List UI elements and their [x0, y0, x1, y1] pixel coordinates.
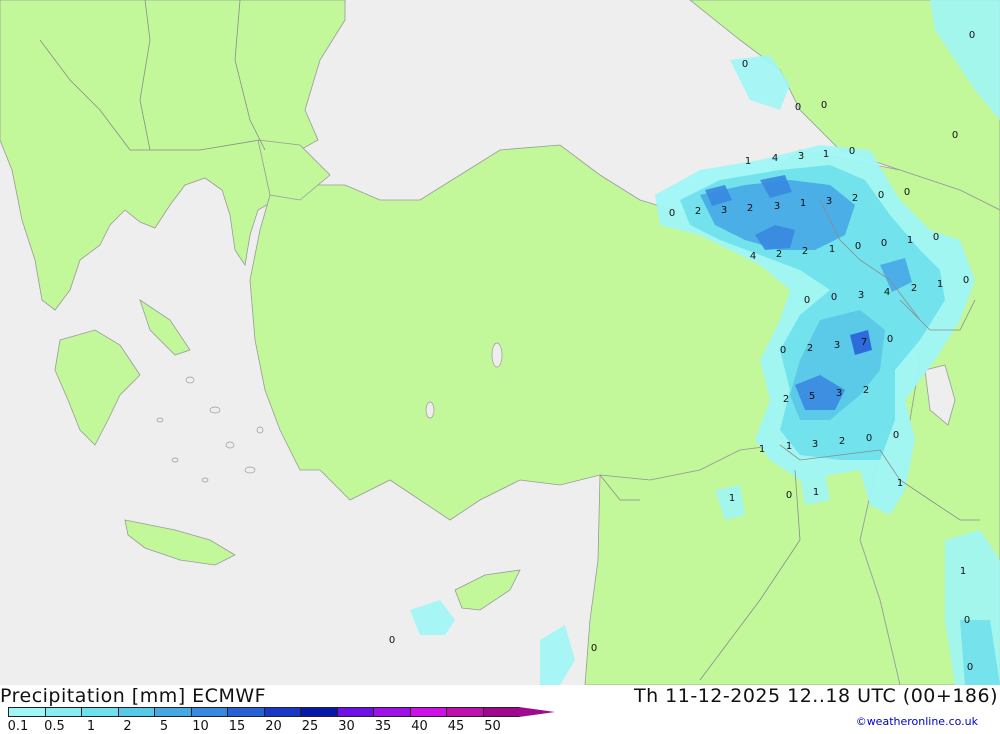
station-value: 0 — [964, 615, 970, 626]
station-value: 1 — [800, 198, 806, 209]
station-value: 2 — [863, 385, 869, 396]
station-value: 0 — [887, 334, 893, 345]
station-value: 0 — [804, 295, 810, 306]
legend-label: 25 — [301, 719, 319, 734]
valid-time: Th 11-12-2025 12..18 UTC (00+186) — [633, 685, 998, 707]
legend-label: 45 — [447, 719, 465, 734]
station-value: 3 — [858, 290, 864, 301]
station-value: 2 — [852, 193, 858, 204]
legend-swatch — [81, 707, 119, 717]
station-value: 1 — [823, 149, 829, 160]
credit-link[interactable]: ©weatheronline.co.uk — [856, 715, 978, 728]
station-value: 1 — [897, 478, 903, 489]
station-value: 0 — [855, 241, 861, 252]
station-value: 1 — [813, 487, 819, 498]
station-value: 2 — [695, 206, 701, 217]
station-value: 1 — [960, 566, 966, 577]
legend-swatch — [373, 707, 411, 717]
station-value: 1 — [907, 235, 913, 246]
station-value: 3 — [834, 340, 840, 351]
station-value: 0 — [389, 635, 395, 646]
station-value: 3 — [774, 201, 780, 212]
legend-label: 30 — [338, 719, 355, 734]
legend-label: 40 — [411, 719, 428, 734]
legend-swatch — [409, 707, 447, 717]
station-value: 3 — [798, 151, 804, 162]
station-value: 1 — [786, 441, 792, 452]
station-value: 0 — [963, 275, 969, 286]
station-value: 0 — [969, 30, 975, 41]
station-value: 1 — [745, 156, 751, 167]
legend-swatch — [482, 707, 520, 717]
map-title: Precipitation [mm] ECMWF — [0, 685, 267, 707]
station-value: 0 — [669, 208, 675, 219]
station-value: 5 — [809, 391, 815, 402]
legend-label: 2 — [123, 719, 132, 734]
map-footer: Precipitation [mm] ECMWF Th 11-12-2025 1… — [0, 685, 1000, 734]
station-value: 0 — [795, 102, 801, 113]
legend-swatch — [227, 707, 265, 717]
station-value: 0 — [881, 238, 887, 249]
station-value: 0 — [904, 187, 910, 198]
station-value: 4 — [750, 251, 756, 262]
station-value: 1 — [759, 444, 765, 455]
legend-swatch — [446, 707, 484, 717]
legend-label: 10 — [192, 719, 209, 734]
station-value: 0 — [742, 59, 748, 70]
station-value: 0 — [893, 430, 899, 441]
legend-swatch — [190, 707, 228, 717]
station-value: 3 — [836, 388, 842, 399]
station-value: 2 — [747, 203, 753, 214]
legend-arrow — [519, 707, 555, 717]
station-value: 0 — [821, 100, 827, 111]
legend-swatch — [117, 707, 155, 717]
station-value: 7 — [861, 337, 867, 348]
station-value: 3 — [721, 205, 727, 216]
station-value: 1 — [729, 493, 735, 504]
station-value: 1 — [937, 279, 943, 290]
precipitation-map: 0 0 0 0 1 4 3 1 0 0 0 2 3 2 3 1 3 2 0 0 … — [0, 0, 1000, 685]
station-value: 0 — [786, 490, 792, 501]
station-value: 2 — [807, 343, 813, 354]
legend-swatch — [44, 707, 82, 717]
station-value: 2 — [802, 246, 808, 257]
station-value: 3 — [812, 439, 818, 450]
station-value: 2 — [776, 249, 782, 260]
station-value: 0 — [878, 190, 884, 201]
legend-label: 1 — [86, 719, 96, 734]
legend-swatch — [154, 707, 192, 717]
station-value: 2 — [839, 436, 845, 447]
station-value: 0 — [933, 232, 939, 243]
legend-label: 0.5 — [44, 719, 65, 734]
legend-label: 15 — [228, 719, 246, 734]
legend-label: 50 — [484, 719, 501, 734]
land-levant — [584, 444, 901, 685]
legend-label: 35 — [374, 719, 392, 734]
color-scale-labels: 0.1 0.5 1 2 5 10 15 20 25 30 35 40 45 50 — [0, 719, 540, 734]
station-value: 0 — [780, 345, 786, 356]
legend-swatch — [336, 707, 374, 717]
station-value: 4 — [884, 287, 890, 298]
station-value: 1 — [829, 244, 835, 255]
legend-label: 5 — [159, 719, 169, 734]
station-value: 0 — [866, 433, 872, 444]
legend-swatch — [263, 707, 301, 717]
station-value: 0 — [591, 643, 597, 654]
legend-swatch — [8, 707, 46, 717]
station-value: 0 — [849, 146, 855, 157]
legend-label: 20 — [265, 719, 282, 734]
station-value: 2 — [911, 283, 917, 294]
station-value: 3 — [826, 196, 832, 207]
station-value: 0 — [952, 130, 958, 141]
station-value: 2 — [783, 394, 789, 405]
station-value: 4 — [772, 153, 778, 164]
station-value: 0 — [967, 662, 973, 673]
legend-swatch — [300, 707, 338, 717]
station-value: 0 — [831, 292, 837, 303]
legend-label: 0.1 — [7, 719, 29, 734]
